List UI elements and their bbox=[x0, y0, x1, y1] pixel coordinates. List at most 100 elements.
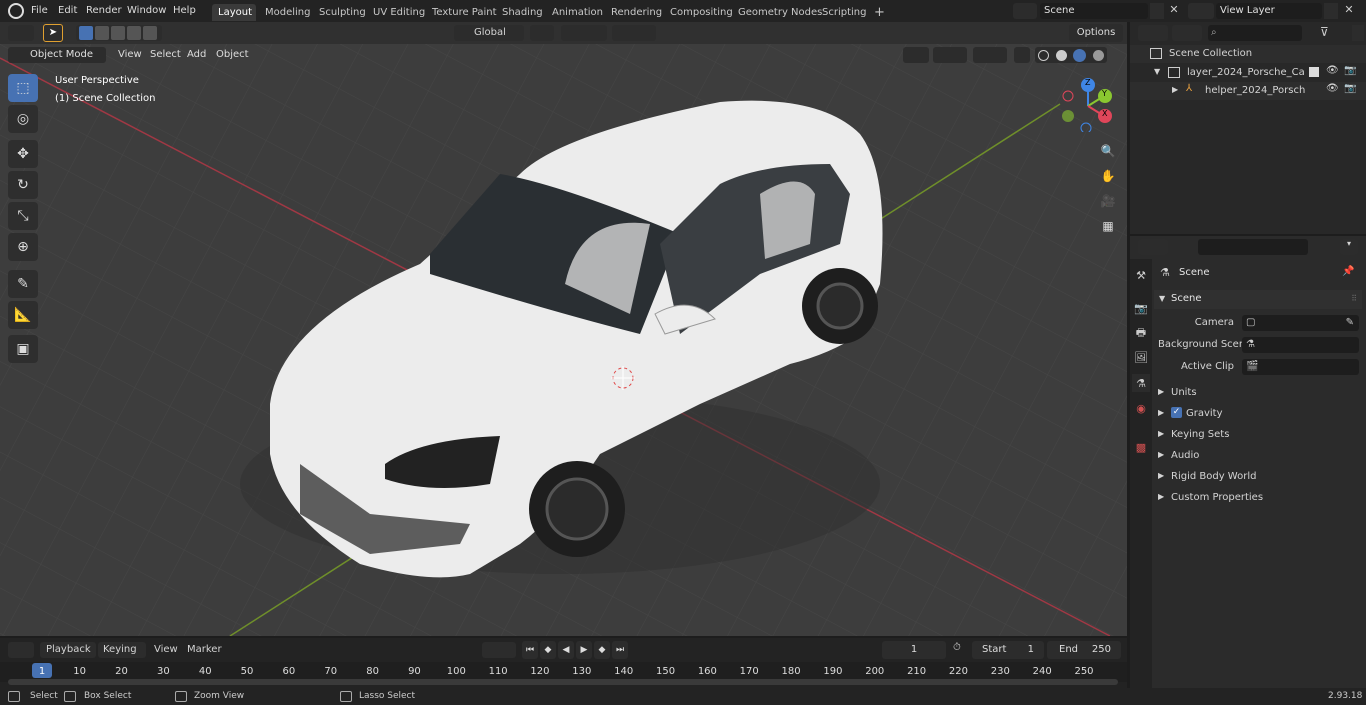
drag-handle-icon[interactable]: ⠿ bbox=[1351, 294, 1358, 303]
outliner-row-helper[interactable]: ▶ ⅄ helper_2024_Porsche_Ca 👁 📷 bbox=[1130, 82, 1366, 100]
pivot-point-icon[interactable] bbox=[530, 25, 554, 41]
editor-type-icon[interactable] bbox=[8, 25, 34, 41]
material-shading-icon[interactable] bbox=[1073, 48, 1087, 62]
menu-window[interactable]: Window bbox=[127, 0, 166, 22]
properties-editor-icon[interactable] bbox=[1138, 239, 1168, 255]
properties-search-input[interactable] bbox=[1198, 239, 1308, 255]
filter-icon[interactable]: ⊽ bbox=[1320, 25, 1346, 41]
wireframe-shading-icon[interactable] bbox=[1038, 49, 1050, 61]
timeline-view-menu[interactable]: View bbox=[154, 642, 178, 658]
navigation-gizmo[interactable]: Z Y X bbox=[1062, 76, 1114, 134]
menu-file[interactable]: File bbox=[31, 0, 48, 22]
keying-sets-panel[interactable]: Keying Sets bbox=[1171, 429, 1229, 440]
tab-texture-paint[interactable]: Texture Paint bbox=[426, 4, 503, 21]
select-invert-icon[interactable] bbox=[127, 26, 141, 40]
tab-geometry-nodes[interactable]: Geometry Nodes bbox=[732, 4, 828, 21]
pan-hand-icon[interactable]: ✋ bbox=[1097, 165, 1119, 187]
gravity-arrow-icon[interactable]: ▶ bbox=[1158, 408, 1164, 417]
add-workspace-icon[interactable]: + bbox=[868, 4, 891, 21]
rigid-body-arrow-icon[interactable]: ▶ bbox=[1158, 471, 1164, 480]
stopwatch-icon[interactable]: ⏱ bbox=[953, 642, 969, 658]
next-keyframe-icon[interactable]: ◆ bbox=[594, 641, 610, 659]
menu-select[interactable]: Select bbox=[150, 44, 181, 66]
rendered-shading-icon[interactable] bbox=[1092, 49, 1104, 61]
view-layer-field[interactable]: View Layer bbox=[1216, 3, 1322, 19]
tab-sculpting[interactable]: Sculpting bbox=[313, 4, 372, 21]
scene-panel-header[interactable]: ▼ Scene ⠿ bbox=[1154, 290, 1362, 309]
menu-add[interactable]: Add bbox=[187, 44, 206, 66]
camera-icon[interactable]: 📷 bbox=[1344, 65, 1356, 76]
new-scene-icon[interactable] bbox=[1150, 3, 1164, 19]
tab-modeling[interactable]: Modeling bbox=[259, 4, 317, 21]
tool-tab-icon[interactable]: ⚒ bbox=[1132, 266, 1150, 284]
properties-options-icon[interactable]: ▾ bbox=[1340, 239, 1358, 255]
gravity-panel[interactable]: Gravity bbox=[1186, 408, 1223, 419]
keying-sets-arrow-icon[interactable]: ▶ bbox=[1158, 429, 1164, 438]
snap-icon[interactable] bbox=[561, 25, 607, 41]
units-arrow-icon[interactable]: ▶ bbox=[1158, 387, 1164, 396]
menu-help[interactable]: Help bbox=[173, 0, 196, 22]
outliner-search-input[interactable]: ⌕ bbox=[1208, 25, 1302, 41]
menu-object[interactable]: Object bbox=[216, 44, 249, 66]
play-icon[interactable]: ▶ bbox=[576, 641, 592, 659]
units-panel[interactable]: Units bbox=[1171, 387, 1197, 398]
ortho-grid-icon[interactable]: ▦ bbox=[1097, 215, 1119, 237]
expand-arrow-icon[interactable]: ▶ bbox=[1172, 85, 1178, 94]
delete-view-layer-icon[interactable]: ✕ bbox=[1342, 3, 1356, 19]
output-tab-icon[interactable]: 🖶 bbox=[1132, 324, 1150, 342]
gravity-checkbox[interactable]: ✓ bbox=[1171, 407, 1182, 418]
scene-field[interactable]: Scene bbox=[1040, 3, 1148, 19]
outliner-row-scene-collection[interactable]: Scene Collection bbox=[1130, 45, 1366, 63]
scene-tab-icon[interactable]: ⚗ bbox=[1132, 374, 1150, 392]
menu-edit[interactable]: Edit bbox=[58, 0, 77, 22]
audio-arrow-icon[interactable]: ▶ bbox=[1158, 450, 1164, 459]
3d-viewport[interactable]: User Perspective (1) Scene Collection ⬚ … bbox=[0, 44, 1127, 636]
play-reverse-icon[interactable]: ◀ bbox=[558, 641, 574, 659]
move-tool[interactable]: ✥ bbox=[8, 140, 38, 168]
active-clip-field[interactable]: 🎬 bbox=[1242, 359, 1359, 375]
solid-shading-icon[interactable] bbox=[1055, 49, 1067, 61]
marker-menu[interactable]: Marker bbox=[187, 642, 222, 658]
shading-mode-group[interactable] bbox=[1035, 47, 1107, 63]
select-cursor-icon[interactable]: ➤ bbox=[43, 24, 63, 42]
menu-view[interactable]: View bbox=[118, 44, 142, 66]
audio-panel[interactable]: Audio bbox=[1171, 450, 1199, 461]
delete-scene-icon[interactable]: ✕ bbox=[1167, 3, 1181, 19]
prev-keyframe-icon[interactable]: ◆ bbox=[540, 641, 556, 659]
tab-rendering[interactable]: Rendering bbox=[605, 4, 668, 21]
rotate-tool[interactable]: ↻ bbox=[8, 171, 38, 199]
custom-props-arrow-icon[interactable]: ▶ bbox=[1158, 492, 1164, 501]
auto-keying-icon[interactable] bbox=[482, 642, 516, 658]
scale-tool[interactable]: ⤡ bbox=[8, 202, 38, 230]
selection-mode-group[interactable] bbox=[76, 25, 162, 41]
world-tab-icon[interactable]: ◉ bbox=[1132, 399, 1150, 417]
camera-field[interactable]: ▢ ✎ bbox=[1242, 315, 1359, 331]
visibility-icon[interactable] bbox=[903, 47, 929, 63]
jump-end-icon[interactable]: ⏭ bbox=[612, 641, 628, 659]
blender-logo-icon[interactable] bbox=[8, 3, 24, 19]
tab-compositing[interactable]: Compositing bbox=[664, 4, 739, 21]
rigid-body-panel[interactable]: Rigid Body World bbox=[1171, 471, 1256, 482]
outliner-row-layer[interactable]: ▼ layer_2024_Porsche_Cayenne 👁 📷 bbox=[1130, 64, 1366, 82]
cursor-tool[interactable]: ◎ bbox=[8, 105, 38, 133]
current-frame-field[interactable]: 1 bbox=[882, 641, 946, 659]
measure-tool[interactable]: 📐 bbox=[8, 301, 38, 329]
overlay-toggle-icon[interactable] bbox=[973, 47, 1007, 63]
proportional-editing-icon[interactable] bbox=[612, 25, 656, 41]
new-collection-icon[interactable] bbox=[1352, 25, 1364, 41]
end-frame-field[interactable]: End 250 bbox=[1047, 641, 1121, 659]
tab-layout[interactable]: Layout bbox=[212, 4, 256, 21]
checkbox-icon[interactable] bbox=[1309, 67, 1319, 77]
display-mode-icon[interactable] bbox=[1172, 25, 1202, 41]
eye-icon[interactable]: 👁 bbox=[1326, 83, 1339, 94]
menu-render[interactable]: Render bbox=[86, 0, 122, 22]
camera-view-icon[interactable]: 🎥 bbox=[1097, 190, 1119, 212]
tab-uv-editing[interactable]: UV Editing bbox=[367, 4, 431, 21]
tab-shading[interactable]: Shading bbox=[496, 4, 549, 21]
select-new-icon[interactable] bbox=[79, 26, 93, 40]
tab-animation[interactable]: Animation bbox=[546, 4, 609, 21]
new-view-layer-icon[interactable] bbox=[1324, 3, 1338, 19]
expand-arrow-icon[interactable]: ▼ bbox=[1154, 67, 1160, 76]
options-button[interactable]: Options bbox=[1069, 24, 1123, 42]
scene-selector-icon[interactable] bbox=[1013, 3, 1037, 19]
